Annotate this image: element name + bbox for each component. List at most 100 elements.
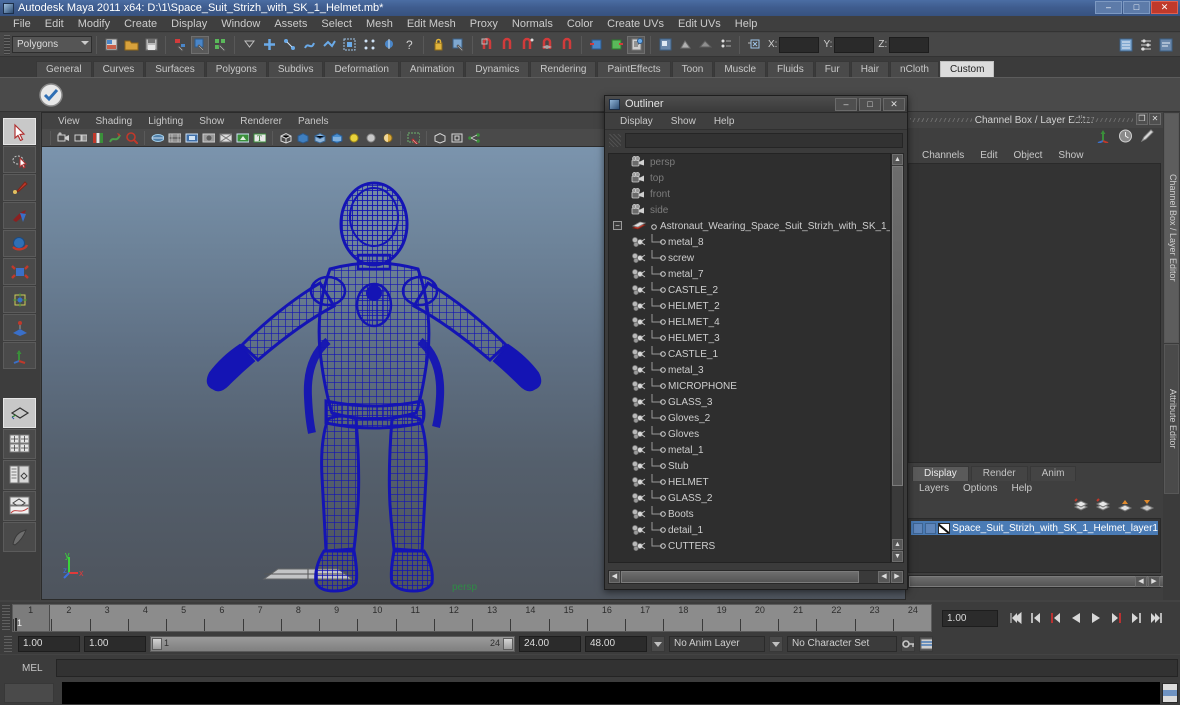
menu-item-help[interactable]: Help [728, 16, 765, 32]
dock-drag-handle-right[interactable] [1071, 118, 1133, 122]
construction-history-icon[interactable] [627, 35, 645, 54]
outliner-row[interactable]: Gloves [609, 426, 890, 442]
handle-mask-icon[interactable] [380, 36, 398, 54]
outliner-tree[interactable]: persp top front side − Astronaut_Wearing_Spac… [608, 153, 891, 563]
render-settings-icon[interactable] [696, 36, 714, 54]
shelf-tab-polygons[interactable]: Polygons [205, 61, 267, 77]
y-field[interactable] [834, 36, 875, 53]
step-forward-frame-button[interactable] [1108, 610, 1124, 626]
universal-manipulator-tool[interactable] [3, 286, 36, 313]
go-to-end-button[interactable] [1148, 610, 1164, 626]
help-line-status-icon[interactable] [1162, 683, 1178, 703]
wireframe-shading-icon[interactable] [278, 130, 293, 145]
shelf-tab-fluids[interactable]: Fluids [767, 61, 814, 77]
outliner-hscrollbar[interactable]: ◀ ◀ ▶ [608, 570, 904, 584]
outliner-persp-layout[interactable] [3, 460, 36, 490]
channel-box-menu-show[interactable]: Show [1050, 150, 1091, 161]
layer-visibility-toggle[interactable] [913, 522, 924, 534]
textured-shading-icon[interactable] [329, 130, 344, 145]
help-line-toggle[interactable] [4, 683, 54, 703]
snap-to-grid-icon[interactable] [478, 36, 496, 54]
outliner-row[interactable]: HELMET [609, 474, 890, 490]
paint-selection-tool[interactable] [3, 174, 36, 201]
close-button[interactable]: ✕ [1151, 1, 1178, 14]
outliner-row[interactable]: HELMET_2 [609, 298, 890, 314]
shelf-tab-surfaces[interactable]: Surfaces [145, 61, 205, 77]
outliner-row[interactable]: − Astronaut_Wearing_Space_Suit_Strizh_wit… [609, 218, 890, 234]
pencil-icon[interactable] [1140, 129, 1155, 146]
shelf-tab-hair[interactable]: Hair [850, 61, 890, 77]
toolbar-grip[interactable] [4, 34, 10, 55]
outliner-row[interactable]: persp [609, 154, 890, 170]
command-line-language-label[interactable]: MEL [4, 663, 56, 674]
shelf-tab-dynamics[interactable]: Dynamics [465, 61, 530, 77]
misc-mask-icon[interactable]: ? [400, 36, 418, 54]
use-all-lights-icon[interactable] [363, 130, 378, 145]
outliner-vscrollbar[interactable]: ▲ ▲ ▼ [891, 153, 904, 563]
manipulator-icon[interactable] [1095, 129, 1111, 146]
outliner-close-button[interactable]: ✕ [883, 98, 905, 111]
command-line-input[interactable] [56, 659, 1178, 677]
menu-item-edit-uvs[interactable]: Edit UVs [671, 16, 728, 32]
shelf-tab-fur[interactable]: Fur [814, 61, 850, 77]
snap-to-point-icon[interactable] [518, 36, 536, 54]
new-scene-icon[interactable] [102, 36, 120, 54]
auto-key-button[interactable] [901, 636, 915, 652]
outliner-menu-help[interactable]: Help [705, 116, 744, 127]
outliner-row[interactable]: GLASS_2 [609, 490, 890, 506]
outliner-search-input[interactable] [625, 132, 903, 148]
minimize-button[interactable]: – [1095, 1, 1122, 14]
snap-to-curve-icon[interactable] [498, 36, 516, 54]
open-scene-icon[interactable] [122, 36, 140, 54]
text-overlay-icon[interactable]: T [252, 130, 267, 145]
outliner-row[interactable]: detail_1 [609, 522, 890, 538]
paint-effects-layout[interactable] [3, 522, 36, 552]
output-connections-icon[interactable] [607, 36, 625, 54]
outliner-row[interactable]: MICROPHONE [609, 378, 890, 394]
outliner-row[interactable]: side [609, 202, 890, 218]
shadows-icon[interactable] [380, 130, 395, 145]
gate-mask-icon[interactable] [201, 130, 216, 145]
range-slider-grip[interactable] [4, 636, 12, 652]
outliner-row[interactable]: metal_8 [609, 234, 890, 250]
xray-icon[interactable] [235, 130, 250, 145]
step-back-frame-button[interactable] [1048, 610, 1064, 626]
bookmark-icon[interactable] [90, 130, 105, 145]
render-current-frame-icon[interactable] [656, 36, 674, 54]
show-tool-settings-icon[interactable] [1157, 36, 1175, 54]
step-forward-key-button[interactable] [1128, 610, 1144, 626]
channel-box-menu-edit[interactable]: Edit [972, 150, 1005, 161]
history-clock-icon[interactable] [1118, 129, 1133, 146]
anim-layer-dropdown-arrow[interactable] [651, 636, 665, 652]
outliner-row[interactable]: Stub [609, 458, 890, 474]
play-backwards-button[interactable] [1068, 610, 1084, 626]
playback-end-time-field[interactable]: 24.00 [519, 636, 581, 652]
two-d-pan-zoom-icon[interactable] [124, 130, 139, 145]
menu-item-normals[interactable]: Normals [505, 16, 560, 32]
menu-item-create-uvs[interactable]: Create UVs [600, 16, 671, 32]
show-manipulator-tool[interactable] [3, 342, 36, 369]
outliner-row[interactable]: GLASS_3 [609, 394, 890, 410]
playback-start-time-field[interactable]: 1.00 [84, 636, 146, 652]
menu-item-select[interactable]: Select [314, 16, 359, 32]
current-time-field[interactable]: 1.00 [942, 609, 998, 627]
outliner-row[interactable]: metal_3 [609, 362, 890, 378]
vtab-attribute-editor[interactable]: Attribute Editor [1164, 344, 1179, 494]
component-mask-dropdown-icon[interactable] [240, 36, 258, 54]
menu-item-edit[interactable]: Edit [38, 16, 71, 32]
rotate-tool[interactable] [3, 230, 36, 257]
move-layer-down-icon[interactable] [1139, 498, 1155, 515]
maximize-button[interactable]: □ [1123, 1, 1150, 14]
transform-field-toggle-icon[interactable] [745, 36, 763, 54]
outliner-row[interactable]: HELMET_4 [609, 314, 890, 330]
menuset-selector[interactable]: Polygons [12, 36, 92, 53]
show-channel-box-icon[interactable] [1117, 36, 1135, 54]
move-tool[interactable] [3, 202, 36, 229]
display-layer-list[interactable]: Space_Suit_Strizh_with_SK_1_Helmet_layer… [908, 518, 1161, 573]
layer-row[interactable]: Space_Suit_Strizh_with_SK_1_Helmet_layer… [911, 521, 1158, 535]
dock-close-button[interactable]: ✕ [1149, 113, 1161, 125]
menu-item-modify[interactable]: Modify [71, 16, 117, 32]
select-tool[interactable] [3, 118, 36, 145]
highlight-selection-icon[interactable] [449, 36, 467, 54]
channel-box-menu-channels[interactable]: Channels [914, 150, 972, 161]
